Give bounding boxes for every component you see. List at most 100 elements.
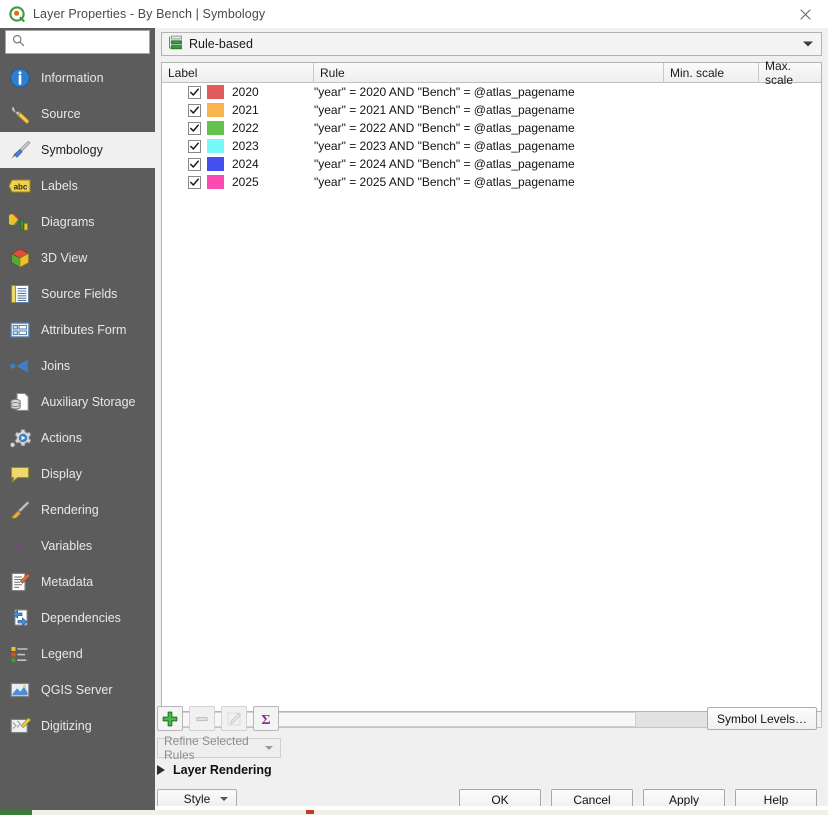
help-label: Help <box>763 792 789 807</box>
sidebar-item-labels[interactable]: abc Labels <box>0 168 155 204</box>
symbol-swatch[interactable] <box>207 121 224 135</box>
variables-epsilon-icon: ε <box>8 534 32 558</box>
column-header-label[interactable]: Label <box>162 63 314 83</box>
digitizing-pencil-icon <box>8 714 32 738</box>
rule-label-cell: 2020 <box>162 85 314 99</box>
symbol-levels-button[interactable]: Symbol Levels… <box>706 707 817 730</box>
column-header-min-scale[interactable]: Min. scale <box>664 63 759 83</box>
sidebar-item-source[interactable]: Source <box>0 96 155 132</box>
svg-text:ε: ε <box>16 537 24 558</box>
sidebar-item-attributes-form[interactable]: Attributes Form <box>0 312 155 348</box>
chevron-down-icon[interactable] <box>803 41 813 47</box>
joins-icon <box>8 354 32 378</box>
source-wrench-icon <box>8 102 32 126</box>
sidebar-item-label: QGIS Server <box>41 683 113 697</box>
sidebar-item-actions[interactable]: Actions <box>0 420 155 456</box>
column-header-max-scale[interactable]: Max. scale <box>759 59 821 87</box>
table-row[interactable]: 2025 "year" = 2025 AND "Bench" = @atlas_p… <box>162 173 821 191</box>
remove-rule-button[interactable] <box>189 706 215 731</box>
sidebar-item-variables[interactable]: ε Variables <box>0 528 155 564</box>
sidebar-item-3d-view[interactable]: 3D View <box>0 240 155 276</box>
renderer-type-combobox[interactable]: Rule-based <box>161 32 822 56</box>
information-icon <box>8 66 32 90</box>
sidebar-item-label: Auxiliary Storage <box>41 395 136 409</box>
sidebar-item-display[interactable]: Display <box>0 456 155 492</box>
add-rule-button[interactable] <box>157 706 183 731</box>
rule-label-cell: 2022 <box>162 121 314 135</box>
sidebar-item-dependencies[interactable]: Dependencies <box>0 600 155 636</box>
sidebar-item-information[interactable]: Information <box>0 60 155 96</box>
sidebar-item-digitizing[interactable]: Digitizing <box>0 708 155 744</box>
rule-label: 2022 <box>232 121 259 135</box>
sidebar-item-joins[interactable]: Joins <box>0 348 155 384</box>
expand-triangle-icon[interactable] <box>157 765 165 775</box>
apply-label: Apply <box>668 792 700 807</box>
source-fields-icon <box>8 282 32 306</box>
rule-expression-cell: "year" = 2022 AND "Bench" = @atlas_pagen… <box>314 121 575 135</box>
layer-properties-dialog: Layer Properties - By Bench | Symbology <box>0 0 828 815</box>
sidebar-item-diagrams[interactable]: Diagrams <box>0 204 155 240</box>
attributes-form-icon <box>8 318 32 342</box>
column-header-rule[interactable]: Rule <box>314 63 664 83</box>
map-marker-sliver <box>306 810 314 814</box>
sidebar-item-label: Attributes Form <box>41 323 127 337</box>
sidebar-item-label: Source <box>41 107 81 121</box>
table-row[interactable]: 2024 "year" = 2024 AND "Bench" = @atlas_p… <box>162 155 821 173</box>
sidebar-item-qgis-server[interactable]: QGIS Server <box>0 672 155 708</box>
rule-label: 2024 <box>232 157 259 171</box>
rules-toolbar: Σ <box>157 706 279 731</box>
settings-sidebar: Information Source Symbology abc Labels … <box>0 28 155 806</box>
edit-rule-button[interactable] <box>221 706 247 731</box>
title-bar: Layer Properties - By Bench | Symbology <box>0 0 828 29</box>
close-icon[interactable] <box>782 0 828 28</box>
rule-enabled-checkbox[interactable] <box>188 139 201 153</box>
symbol-swatch[interactable] <box>207 175 224 189</box>
rule-label: 2025 <box>232 175 259 189</box>
sidebar-item-label: Diagrams <box>41 215 95 229</box>
rule-label-cell: 2023 <box>162 139 314 153</box>
rule-enabled-checkbox[interactable] <box>188 157 201 171</box>
sidebar-item-source-fields[interactable]: Source Fields <box>0 276 155 312</box>
sidebar-item-auxiliary-storage[interactable]: Auxiliary Storage <box>0 384 155 420</box>
rule-enabled-checkbox[interactable] <box>188 175 201 189</box>
rule-expression-cell: "year" = 2020 AND "Bench" = @atlas_pagen… <box>314 85 575 99</box>
sidebar-item-metadata[interactable]: Metadata <box>0 564 155 600</box>
table-row[interactable]: 2020 "year" = 2020 AND "Bench" = @atlas_p… <box>162 83 821 101</box>
dependencies-icon <box>8 606 32 630</box>
rule-label-cell: 2024 <box>162 157 314 171</box>
rule-expression-cell: "year" = 2025 AND "Bench" = @atlas_pagen… <box>314 175 575 189</box>
sidebar-item-legend[interactable]: Legend <box>0 636 155 672</box>
rule-label-cell: 2025 <box>162 175 314 189</box>
table-header-row: Label Rule Min. scale Max. scale <box>162 59 821 87</box>
symbol-swatch[interactable] <box>207 157 224 171</box>
table-row[interactable]: 2021 "year" = 2021 AND "Bench" = @atlas_p… <box>162 101 821 119</box>
svg-text:abc: abc <box>14 182 28 191</box>
rule-expression-cell: "year" = 2023 AND "Bench" = @atlas_pagen… <box>314 139 575 153</box>
sidebar-item-label: Dependencies <box>41 611 121 625</box>
rule-enabled-checkbox[interactable] <box>188 121 201 135</box>
legend-icon <box>8 642 32 666</box>
sigma-icon: Σ <box>261 713 270 727</box>
table-row[interactable]: 2023 "year" = 2023 AND "Bench" = @atlas_p… <box>162 137 821 155</box>
layer-rendering-section[interactable]: Layer Rendering <box>157 763 272 777</box>
sidebar-item-label: Labels <box>41 179 78 193</box>
sidebar-item-symbology[interactable]: Symbology <box>0 132 155 168</box>
rule-based-icon <box>168 35 183 53</box>
refine-label: Refine Selected Rules <box>164 734 249 762</box>
actions-gear-icon <box>8 426 32 450</box>
rule-label: 2020 <box>232 85 259 99</box>
table-row[interactable]: 2022 "year" = 2022 AND "Bench" = @atlas_p… <box>162 119 821 137</box>
sidebar-item-label: Symbology <box>41 143 103 157</box>
refine-selected-rules-button[interactable]: Refine Selected Rules <box>157 734 281 762</box>
rendering-broom-icon <box>8 498 32 522</box>
symbol-swatch[interactable] <box>207 103 224 117</box>
search-box[interactable] <box>5 30 150 54</box>
search-input[interactable] <box>29 35 139 49</box>
symbol-swatch[interactable] <box>207 85 224 99</box>
rule-enabled-checkbox[interactable] <box>188 103 201 117</box>
sidebar-item-rendering[interactable]: Rendering <box>0 492 155 528</box>
count-features-button[interactable]: Σ <box>253 706 279 731</box>
rule-enabled-checkbox[interactable] <box>188 85 201 99</box>
layer-rendering-label: Layer Rendering <box>173 763 272 777</box>
symbol-swatch[interactable] <box>207 139 224 153</box>
